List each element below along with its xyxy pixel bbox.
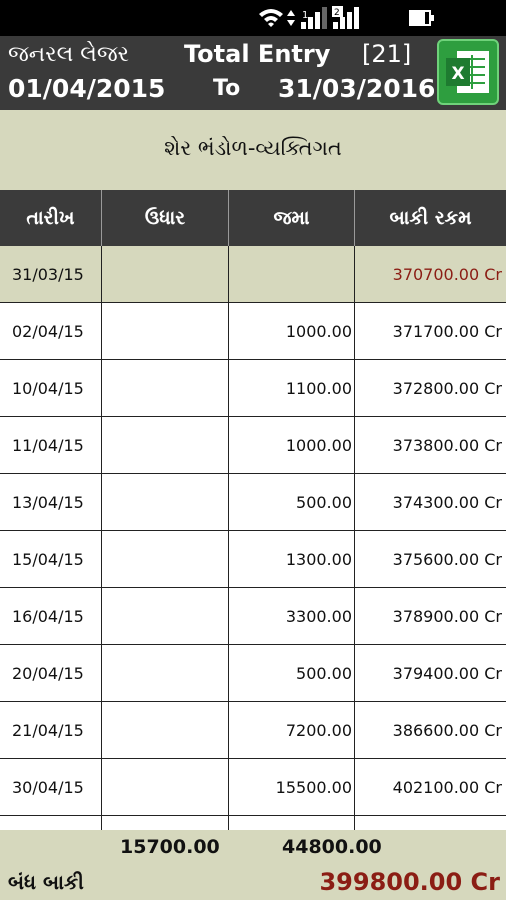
cell-debit bbox=[102, 531, 229, 588]
cell-balance: 371700.00 Cr bbox=[392, 322, 502, 341]
cell-date: 10/04/15 bbox=[0, 360, 102, 417]
cell-balance: 402100.00 Cr bbox=[392, 778, 502, 797]
table-row[interactable]: 16/04/15 3300.00 378900.00 Cr bbox=[0, 588, 506, 645]
debit-total: 15700.00 bbox=[120, 836, 220, 858]
svg-text:1: 1 bbox=[302, 10, 308, 21]
closing-balance-label: બંધ બાકી bbox=[8, 870, 84, 894]
total-entry-label: Total Entry bbox=[184, 40, 331, 68]
excel-icon: X bbox=[446, 51, 489, 93]
signal-icon-2: 2 bbox=[332, 6, 359, 29]
cell-debit bbox=[102, 474, 229, 531]
table-row[interactable]: 02/04/15 1000.00 371700.00 Cr bbox=[0, 303, 506, 360]
cell-balance bbox=[355, 816, 506, 830]
to-label: To bbox=[213, 76, 241, 101]
signal-icon-1: 1 bbox=[301, 7, 327, 29]
cell-credit: 500.00 bbox=[229, 645, 355, 702]
cell-date: 30/04/15 bbox=[0, 759, 102, 816]
from-date[interactable]: 01/04/2015 bbox=[8, 74, 165, 103]
cell-balance: 373800.00 Cr bbox=[392, 436, 502, 455]
ledger-header: જનરલ લેજર Total Entry [21] 01/04/2015 To… bbox=[0, 36, 506, 110]
ledger-title: જનરલ લેજર bbox=[8, 42, 130, 67]
account-name: શેર ભંડોળ-વ્યક્તિગત bbox=[164, 136, 342, 160]
cell-debit bbox=[102, 360, 229, 417]
column-header-date: તારીખ bbox=[0, 190, 102, 246]
cell-credit: 1000.00 bbox=[229, 303, 355, 360]
excel-export-button[interactable]: X bbox=[437, 39, 499, 105]
table-row[interactable]: 11/04/15 1000.00 373800.00 Cr bbox=[0, 417, 506, 474]
table-row[interactable]: 31/03/15 370700.00 Cr bbox=[0, 246, 506, 303]
cell-debit bbox=[102, 759, 229, 816]
to-date[interactable]: 31/03/2016 bbox=[278, 74, 435, 103]
table-row[interactable]: 20/04/15 500.00 379400.00 Cr bbox=[0, 645, 506, 702]
cell-credit: 1300.00 bbox=[229, 531, 355, 588]
battery-icon bbox=[409, 10, 434, 26]
cell-date: 02/04/15 bbox=[0, 303, 102, 360]
table-header: તારીખ ઉધાર જમા બાકી રકમ bbox=[0, 190, 506, 246]
cell-date bbox=[0, 816, 102, 830]
status-bar: 1 2 bbox=[0, 0, 506, 36]
account-band: શેર ભંડોળ-વ્યક્તિગત bbox=[0, 110, 506, 190]
closing-balance-value: 399800.00 Cr bbox=[319, 868, 500, 896]
table-row[interactable]: 21/04/15 7200.00 386600.00 Cr bbox=[0, 702, 506, 759]
cell-balance: 378900.00 Cr bbox=[392, 607, 502, 626]
cell-date: 16/04/15 bbox=[0, 588, 102, 645]
cell-balance: 370700.00 Cr bbox=[392, 265, 502, 284]
column-header-balance: બાકી રકમ bbox=[389, 207, 472, 229]
svg-text:2: 2 bbox=[334, 8, 340, 18]
cell-balance: 375600.00 Cr bbox=[392, 550, 502, 569]
cell-credit: 7200.00 bbox=[229, 702, 355, 759]
entry-count: [21] bbox=[362, 40, 412, 68]
table-row[interactable]: 30/04/15 15500.00 402100.00 Cr bbox=[0, 759, 506, 816]
cell-date: 31/03/15 bbox=[0, 246, 102, 303]
cell-debit bbox=[102, 588, 229, 645]
ledger-table[interactable]: 31/03/15 370700.00 Cr 02/04/15 1000.00 3… bbox=[0, 246, 506, 830]
cell-debit bbox=[102, 702, 229, 759]
cell-date: 13/04/15 bbox=[0, 474, 102, 531]
cell-credit: 500.00 bbox=[229, 474, 355, 531]
cell-debit bbox=[102, 816, 229, 830]
wifi-icon bbox=[259, 9, 283, 27]
cell-debit bbox=[102, 645, 229, 702]
cell-date: 11/04/15 bbox=[0, 417, 102, 474]
table-row[interactable]: 13/04/15 500.00 374300.00 Cr bbox=[0, 474, 506, 531]
cell-balance: 374300.00 Cr bbox=[392, 493, 502, 512]
cell-credit bbox=[229, 246, 355, 303]
table-row[interactable]: 10/04/15 1100.00 372800.00 Cr bbox=[0, 360, 506, 417]
credit-total: 44800.00 bbox=[282, 836, 382, 858]
column-header-debit: ઉધાર bbox=[102, 190, 229, 246]
cell-credit bbox=[229, 816, 355, 830]
totals-footer: 15700.00 44800.00 બંધ બાકી 399800.00 Cr bbox=[0, 830, 506, 900]
cell-balance: 379400.00 Cr bbox=[392, 664, 502, 683]
svg-text:X: X bbox=[451, 64, 464, 84]
cell-credit: 1100.00 bbox=[229, 360, 355, 417]
cell-credit: 3300.00 bbox=[229, 588, 355, 645]
cell-balance: 372800.00 Cr bbox=[392, 379, 502, 398]
table-row[interactable] bbox=[0, 816, 506, 830]
cell-debit bbox=[102, 303, 229, 360]
data-transfer-icon bbox=[287, 10, 295, 26]
cell-date: 20/04/15 bbox=[0, 645, 102, 702]
cell-date: 15/04/15 bbox=[0, 531, 102, 588]
column-header-credit: જમા bbox=[229, 190, 355, 246]
cell-credit: 1000.00 bbox=[229, 417, 355, 474]
cell-date: 21/04/15 bbox=[0, 702, 102, 759]
table-row[interactable]: 15/04/15 1300.00 375600.00 Cr bbox=[0, 531, 506, 588]
cell-balance: 386600.00 Cr bbox=[392, 721, 502, 740]
cell-debit bbox=[102, 417, 229, 474]
cell-credit: 15500.00 bbox=[229, 759, 355, 816]
cell-debit bbox=[102, 246, 229, 303]
